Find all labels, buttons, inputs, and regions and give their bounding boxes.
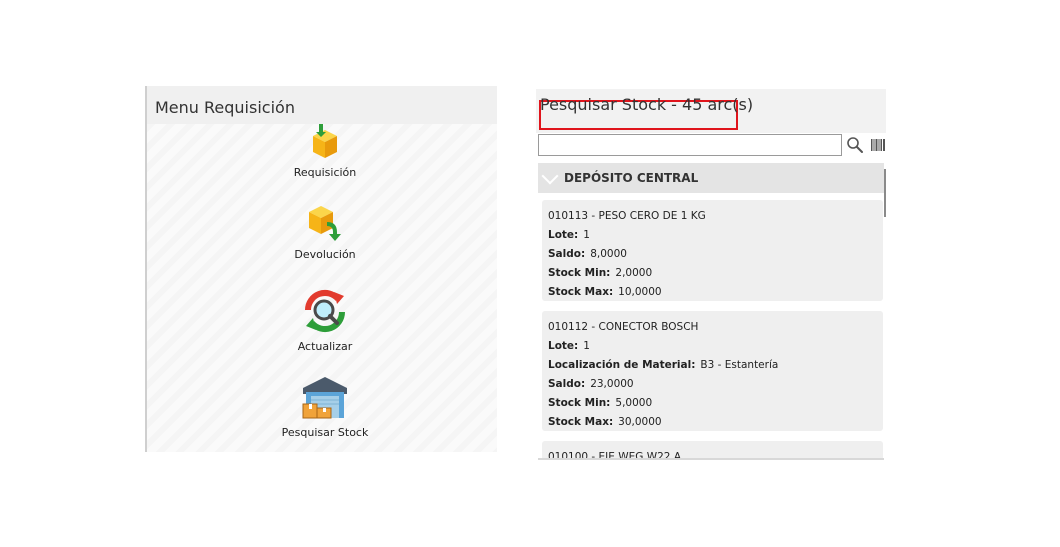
pesquisar-stock-panel: Pesquisar Stock - 45 arc(s) DEPÓSITO CEN…	[536, 89, 886, 460]
menu-item-label: Requisición	[293, 166, 357, 179]
menu-item-label: Pesquisar Stock	[281, 426, 369, 439]
panel-title: Pesquisar Stock - 45 arc(s)	[540, 95, 754, 114]
card-header: 010112 - CONECTOR BOSCH	[548, 321, 699, 333]
panel-header: Menu Requisición	[147, 86, 497, 124]
field-value: 23,0000	[590, 378, 634, 390]
card-row-saldo: Saldo: 23,0000	[548, 375, 877, 394]
field-label: Stock Min:	[548, 397, 611, 409]
card-row-localizacion: Localización de Material: B3 - Estantería	[548, 356, 877, 375]
field-value: 1	[583, 229, 590, 241]
field-label: Localización de Material:	[548, 359, 696, 371]
refresh-search-icon	[304, 289, 346, 333]
menu-item-pesquisar-stock[interactable]: Pesquisar Stock	[265, 374, 385, 439]
menu-item-label: Actualizar	[297, 340, 353, 353]
stock-card[interactable]: 010112 - CONECTOR BOSCH Lote: 1 Localizac…	[542, 311, 883, 431]
field-value: 2,0000	[615, 267, 653, 279]
chevron-down-icon	[541, 167, 559, 185]
menu-item-actualizar[interactable]: Actualizar	[265, 286, 385, 353]
search-bar	[538, 134, 886, 160]
field-label: Stock Max:	[548, 416, 614, 428]
menu-item-devolucion[interactable]: Devolución	[265, 200, 385, 261]
card-row-lote: Lote: 1	[548, 226, 877, 245]
panel-header: Pesquisar Stock - 45 arc(s)	[536, 89, 886, 133]
card-row-stock-min: Stock Min: 5,0000	[548, 394, 877, 413]
group-header[interactable]: DEPÓSITO CENTRAL	[538, 163, 884, 193]
field-label: Saldo:	[548, 248, 586, 260]
menu-item-requisicion[interactable]: Requisición	[265, 122, 385, 179]
field-label: Lote:	[548, 340, 579, 352]
box-arrow-in-icon	[313, 124, 337, 158]
card-row-saldo: Saldo: 8,0000	[548, 245, 877, 264]
stock-card[interactable]: 010113 - PESO CERO DE 1 KG Lote: 1 Saldo:…	[542, 200, 883, 301]
search-icon[interactable]	[846, 136, 864, 154]
field-label: Stock Max:	[548, 286, 614, 298]
menu-item-label: Devolución	[294, 248, 356, 261]
field-label: Saldo:	[548, 378, 586, 390]
field-value: 5,0000	[615, 397, 653, 409]
field-value: 10,0000	[618, 286, 662, 298]
menu-requisicion-panel: Menu Requisición Requisición Devolución	[145, 86, 497, 452]
card-header: 010113 - PESO CERO DE 1 KG	[548, 210, 706, 222]
field-value: 8,0000	[590, 248, 627, 260]
field-label: Lote:	[548, 229, 579, 241]
card-row-stock-max: Stock Max: 30,0000	[548, 413, 877, 432]
warehouse-icon	[302, 377, 347, 419]
field-value: B3 - Estantería	[700, 359, 779, 371]
panel-bottom-edge	[538, 458, 884, 460]
stock-list[interactable]: DEPÓSITO CENTRAL 010113 - PESO CERO DE 1…	[538, 163, 886, 460]
panel-title: Menu Requisición	[155, 98, 295, 117]
search-input[interactable]	[538, 134, 842, 156]
field-value: 1	[583, 340, 590, 352]
group-title: DEPÓSITO CENTRAL	[564, 171, 699, 185]
card-row-stock-min: Stock Min: 2,0000	[548, 264, 877, 283]
field-value: 30,0000	[618, 416, 662, 428]
barcode-icon[interactable]	[870, 138, 886, 152]
scrollbar-thumb[interactable]	[884, 169, 886, 217]
box-arrow-out-icon	[309, 206, 341, 241]
card-row-stock-max: Stock Max: 10,0000	[548, 283, 877, 302]
field-label: Stock Min:	[548, 267, 611, 279]
card-row-lote: Lote: 1	[548, 337, 877, 356]
